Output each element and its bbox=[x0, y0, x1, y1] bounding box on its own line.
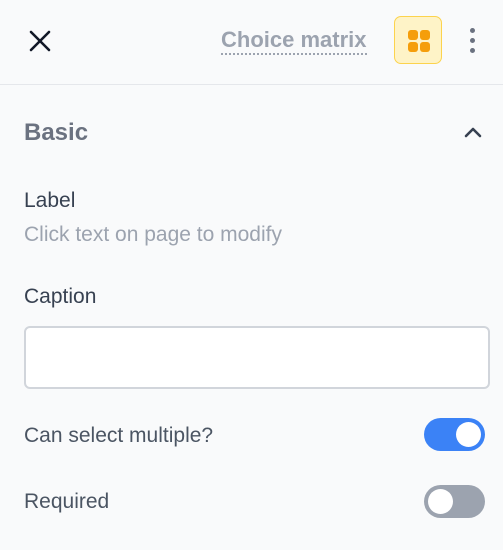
close-icon bbox=[29, 30, 51, 52]
required-toggle[interactable] bbox=[424, 485, 485, 518]
required-label: Required bbox=[24, 490, 110, 513]
toggle-knob bbox=[456, 422, 481, 447]
collapse-section-button[interactable] bbox=[462, 124, 484, 140]
element-type-title[interactable]: Choice matrix bbox=[221, 28, 367, 55]
toggle-knob bbox=[428, 489, 453, 514]
panel-header: Choice matrix bbox=[0, 0, 503, 85]
label-field-hint: Click text on page to modify bbox=[24, 223, 282, 246]
chevron-up-icon bbox=[464, 127, 482, 138]
element-type-button[interactable] bbox=[394, 16, 442, 64]
more-options-button[interactable] bbox=[466, 26, 480, 56]
caption-input[interactable] bbox=[24, 326, 490, 389]
caption-field-title: Caption bbox=[24, 285, 97, 308]
label-field-title: Label bbox=[24, 189, 76, 212]
can-select-multiple-label: Can select multiple? bbox=[24, 424, 214, 447]
section-title: Basic bbox=[24, 119, 89, 146]
close-button[interactable] bbox=[26, 27, 54, 55]
can-select-multiple-toggle[interactable] bbox=[424, 418, 485, 451]
